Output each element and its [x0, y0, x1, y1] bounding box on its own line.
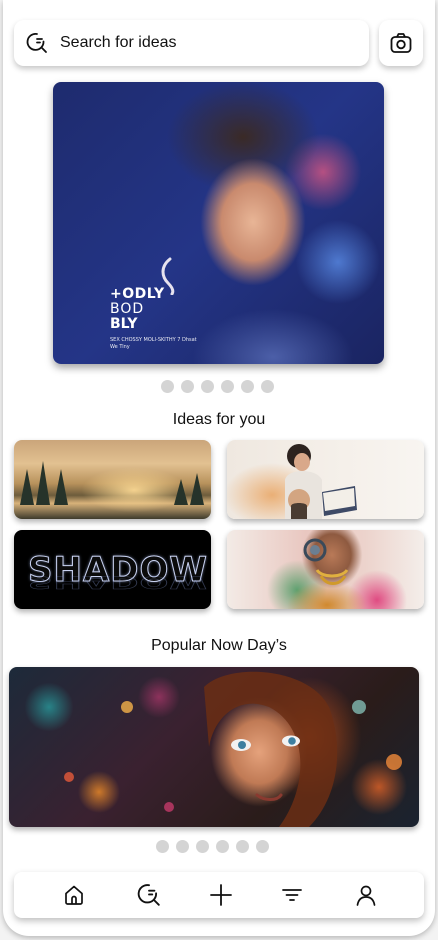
app-screen: Search for ideas +ODLY BOD BLY SEX CHOSS…: [3, 0, 435, 936]
carousel-dot[interactable]: [156, 840, 169, 853]
popular-section-title: Popular Now Day’s: [151, 637, 287, 654]
idea-tile-shadow[interactable]: SHADOW SHADOW: [14, 530, 211, 609]
nav-filter-button[interactable]: [279, 882, 305, 908]
hero-text-line4: SEX CHOSSY MOLI-SKITHY 7 Dhsat: [110, 337, 197, 343]
carousel-dot[interactable]: [196, 840, 209, 853]
popular-portrait-illustration: [64, 671, 402, 827]
carousel-dot[interactable]: [261, 380, 274, 393]
search-input[interactable]: Search for ideas: [60, 34, 177, 52]
carousel-dot[interactable]: [161, 380, 174, 393]
carousel-dot[interactable]: [176, 840, 189, 853]
reader-illustration: [285, 444, 357, 519]
carousel-dot[interactable]: [181, 380, 194, 393]
plus-icon: [209, 883, 233, 907]
ideas-section-title: Ideas for you: [172, 411, 266, 428]
hero-poster-text: +ODLY BOD BLY SEX CHOSSY MOLI-SKITHY 7 D…: [110, 287, 197, 351]
hero-text-line3: BLY: [110, 316, 138, 332]
carousel-dot[interactable]: [236, 840, 249, 853]
search-icon: [137, 883, 161, 907]
popular-carousel-indicator: [156, 840, 269, 853]
hero-image[interactable]: +ODLY BOD BLY SEX CHOSSY MOLI-SKITHY 7 D…: [53, 82, 384, 364]
tree-shape: [36, 461, 50, 505]
idea-tile-landscape[interactable]: [14, 440, 211, 519]
camera-search-button[interactable]: [379, 20, 423, 66]
nav-create-button[interactable]: [208, 882, 234, 908]
tree-shape: [190, 473, 204, 505]
hero-text-line1: +ODLY: [110, 286, 165, 302]
carousel-dot[interactable]: [201, 380, 214, 393]
tree-shape: [20, 469, 34, 505]
carousel-dot[interactable]: [241, 380, 254, 393]
search-bar[interactable]: Search for ideas: [14, 20, 369, 66]
carousel-dot[interactable]: [221, 380, 234, 393]
shadow-text-reflection: SHADOW: [28, 572, 209, 593]
filter-icon: [280, 883, 304, 907]
camera-icon: [389, 31, 413, 55]
hero-text-line5: We Tiny: [110, 344, 130, 350]
popular-banner-image[interactable]: [9, 667, 419, 827]
nav-profile-button[interactable]: [353, 882, 379, 908]
nav-search-button[interactable]: [136, 882, 162, 908]
idea-tile-woman[interactable]: [227, 530, 424, 609]
tree-shape: [174, 479, 188, 505]
nav-home-button[interactable]: [61, 882, 87, 908]
hero-text-line2: BOD: [110, 301, 145, 317]
woman-illustration: [303, 538, 349, 585]
profile-icon: [354, 883, 378, 907]
hero-carousel-indicator: [161, 380, 274, 393]
home-icon: [62, 883, 86, 907]
bottom-navigation: [14, 872, 424, 918]
carousel-dot[interactable]: [256, 840, 269, 853]
carousel-dot[interactable]: [216, 840, 229, 853]
idea-tile-reader[interactable]: [227, 440, 424, 519]
tree-shape: [54, 469, 68, 505]
search-icon: [26, 32, 48, 54]
